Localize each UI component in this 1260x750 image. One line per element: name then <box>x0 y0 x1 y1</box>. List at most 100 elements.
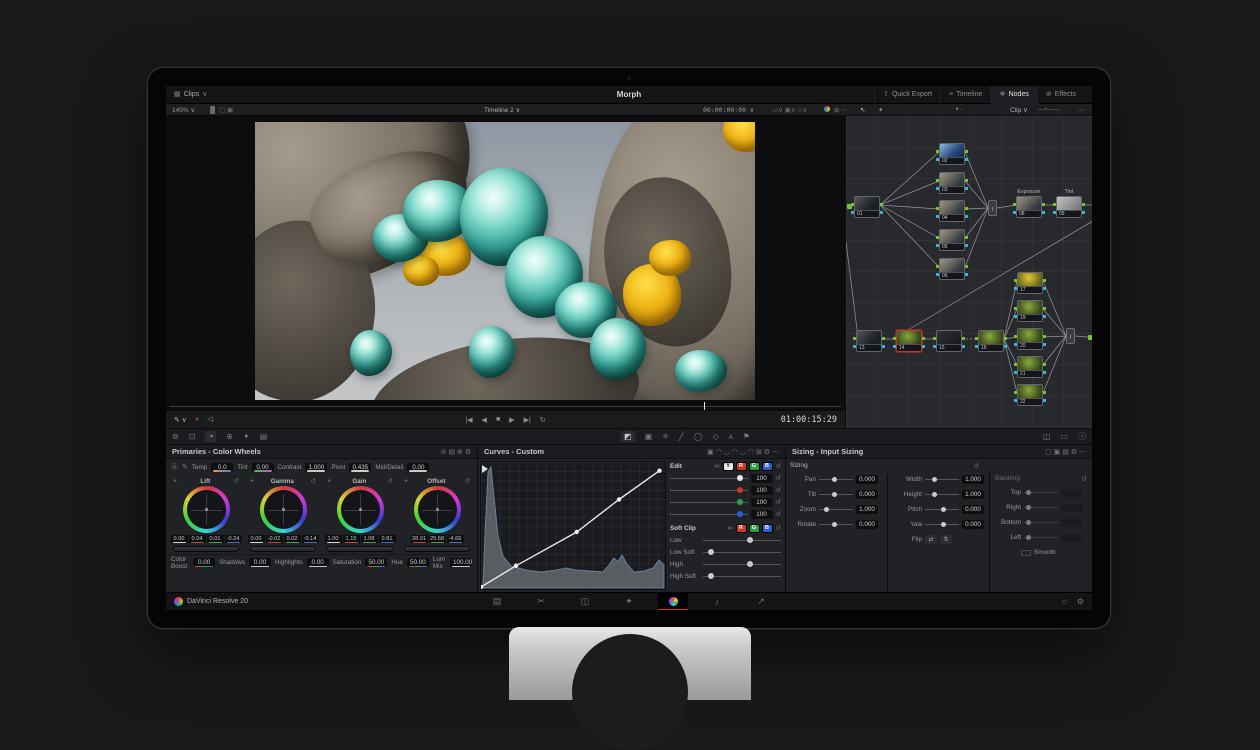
step-forward-button[interactable]: ▶| <box>524 416 531 424</box>
cursor-tool-icon[interactable]: ↖ <box>860 106 865 114</box>
node-02[interactable]: 02 <box>939 143 965 165</box>
unmix-icon[interactable]: ● <box>195 416 199 423</box>
clips-button[interactable]: ▦ Clips ∨ <box>174 91 207 98</box>
flip-horizontal-button[interactable]: ⇄ <box>925 535 937 544</box>
play-button[interactable]: ▶ <box>509 416 514 424</box>
top-value[interactable] <box>1061 489 1083 497</box>
settings-gear-icon[interactable]: ⚙ <box>1077 597 1084 606</box>
primaries-header-icons[interactable]: ⊘ ▤ ⊕ ⚙ <box>441 448 471 456</box>
image-wipe-icon[interactable]: ◩ <box>621 431 635 442</box>
viewer-scrubber[interactable] <box>170 406 841 407</box>
node-03[interactable]: 03 <box>939 172 965 194</box>
left-value[interactable] <box>1061 534 1083 542</box>
effects-button[interactable]: ⊛Effects <box>1037 86 1084 104</box>
node-04[interactable]: 04 <box>939 200 965 222</box>
height-value[interactable]: 1.000 <box>962 490 984 499</box>
page-fusion[interactable]: ✦ <box>614 593 644 611</box>
edit-slider-value[interactable]: 100 <box>751 510 773 519</box>
node-16[interactable]: 16 <box>978 330 1004 352</box>
viewer-option-icons[interactable]: ▭∨ ▣∨ ⤫∨ <box>772 106 807 115</box>
offset-value-1[interactable]: 25.68 <box>429 535 446 543</box>
stop-button[interactable]: ■ <box>496 416 500 424</box>
mid-detail-value[interactable]: 0.00 <box>407 463 429 472</box>
soft-clip-link-icon[interactable]: ∞ <box>728 525 733 532</box>
low-slider[interactable] <box>703 540 781 541</box>
lift-color-wheel[interactable] <box>183 486 230 533</box>
rotate-slider[interactable] <box>819 524 853 525</box>
edit-slider-value[interactable]: 100 <box>751 498 773 507</box>
yaw-value[interactable]: 0.000 <box>962 520 984 529</box>
channel-g-button[interactable]: G <box>749 462 760 471</box>
pitch-value[interactable]: 0.000 <box>962 505 984 514</box>
curve-graph[interactable] <box>480 461 666 590</box>
smooth-checkbox[interactable] <box>1021 550 1031 556</box>
more-options-icon[interactable]: ⋯ <box>1078 106 1085 114</box>
auto-grade-icon[interactable]: ᴀ <box>729 432 733 441</box>
contrast-value[interactable]: 1.000 <box>305 463 327 472</box>
tilt-slider[interactable] <box>819 494 853 495</box>
gain-value-3[interactable]: 0.81 <box>379 535 396 543</box>
node-20[interactable]: 20 <box>1017 328 1043 350</box>
node-13[interactable]: 13 <box>856 330 882 352</box>
edit-reset-icon[interactable]: ↺ <box>776 462 781 470</box>
edit-slider[interactable] <box>670 502 748 503</box>
layers-icon[interactable]: ◫ <box>1043 432 1051 441</box>
lift-reset-icon[interactable]: ↺ <box>234 477 239 485</box>
node-mB[interactable]: ∥ <box>1066 328 1075 344</box>
loop-button[interactable]: ↻ <box>540 416 546 424</box>
blanking-reset-icon[interactable]: ↺ <box>1082 475 1087 483</box>
height-slider[interactable] <box>925 494 959 495</box>
gamma-color-wheel[interactable] <box>260 486 307 533</box>
pan-slider[interactable] <box>819 479 853 480</box>
picker-icon[interactable]: ╱ <box>679 432 684 441</box>
gain-value-1[interactable]: 1.15 <box>343 535 360 543</box>
channel-y-button[interactable]: Y <box>723 462 734 471</box>
timeline-clock-icon[interactable]: ◔ <box>205 431 216 442</box>
page-deliver[interactable]: ↗ <box>746 593 776 611</box>
offset-master-wheel[interactable] <box>404 546 470 552</box>
gain-value-0[interactable]: 1.00 <box>325 535 342 543</box>
home-icon[interactable]: ⌂ <box>1062 597 1067 606</box>
page-cut[interactable]: ✂ <box>526 593 556 611</box>
outline-icon[interactable]: ◇ <box>713 432 719 441</box>
color-wheel-icon[interactable] <box>824 106 830 114</box>
node-17[interactable]: 17 <box>1017 272 1043 294</box>
top-slider[interactable] <box>1024 492 1058 493</box>
sizing-reset-icon[interactable]: ↺ <box>974 462 979 470</box>
info-icon[interactable]: ⓘ <box>1078 431 1086 442</box>
offset-value-2[interactable]: -4.66 <box>447 535 464 543</box>
viewer-mode-buttons[interactable]: ▐▌ ▢ ▣ <box>208 106 233 114</box>
display-icon[interactable]: ▭ <box>1060 432 1068 441</box>
magnifier-icon[interactable]: ⊕ <box>226 432 233 441</box>
gain-reset-icon[interactable]: ↺ <box>388 477 393 485</box>
channel-b-button[interactable]: B <box>762 524 773 533</box>
soft-clip-reset-icon[interactable]: ↺ <box>776 524 781 532</box>
lift-value-2[interactable]: 0.01 <box>207 535 224 543</box>
node-19[interactable]: 19 <box>1017 300 1043 322</box>
gamma-value-1[interactable]: -0.02 <box>266 535 283 543</box>
bottom-slider[interactable] <box>1024 522 1058 523</box>
color-boost-value[interactable]: 0.00 <box>193 558 215 567</box>
zoom-slider[interactable] <box>819 509 853 510</box>
width-value[interactable]: 1.000 <box>962 475 984 484</box>
edit-slider-value[interactable]: 100 <box>751 486 773 495</box>
curves-header-icons[interactable]: ▣ ◠ ◡ ◠ ◡ ◠ ⊞ ⚙ ⋯ <box>707 448 779 456</box>
bottom-value[interactable] <box>1061 519 1083 527</box>
pan-value[interactable]: 0.000 <box>856 475 878 484</box>
edit-slider[interactable] <box>670 514 748 515</box>
viewer-zoom-select[interactable]: 145% ∨ <box>172 106 195 114</box>
channel-b-button[interactable]: B <box>762 462 773 471</box>
audio-mute-icon[interactable]: ◁᎐ <box>207 415 214 424</box>
hand-tool-icon[interactable]: ✦ <box>878 106 883 114</box>
node-05[interactable]: 05 <box>939 229 965 251</box>
auto-balance-icon[interactable]: Ⓐ <box>171 464 178 471</box>
gallery-dots[interactable]: • · <box>956 106 962 113</box>
step-back-button[interactable]: ◀ <box>482 416 487 424</box>
offset-value-0[interactable]: 28.91 <box>411 535 428 543</box>
offset-reset-icon[interactable]: ↺ <box>465 477 470 485</box>
node-08[interactable]: 08Exposure <box>1016 196 1042 218</box>
node-zoom-slider[interactable]: —•—— <box>1038 106 1060 113</box>
split-screen-icon[interactable]: ▣ <box>645 432 653 441</box>
right-value[interactable] <box>1061 504 1083 512</box>
width-slider[interactable] <box>925 479 959 480</box>
